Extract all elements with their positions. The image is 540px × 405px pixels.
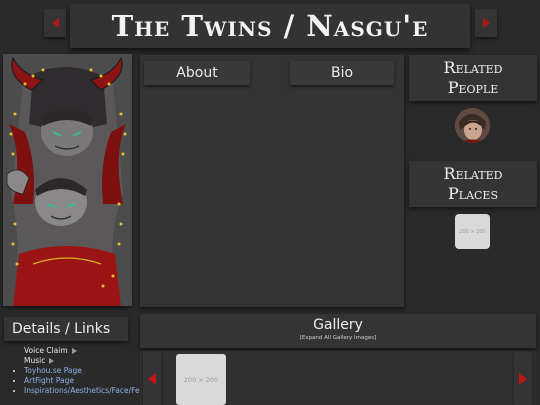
gallery-placeholder: 200 × 200 xyxy=(183,375,219,384)
gallery-header: Gallery [Expand All Gallery Images] xyxy=(140,314,536,348)
avatar-image xyxy=(455,108,490,143)
gallery-prev-button[interactable] xyxy=(143,352,161,405)
character-portrait xyxy=(3,54,132,306)
page-title: The Twins / Nasgu'e xyxy=(111,9,429,43)
triangle-right-icon xyxy=(71,348,77,354)
tab-content-panel: About Bio xyxy=(140,55,404,307)
character-illustration xyxy=(3,54,132,306)
gallery-title: Gallery xyxy=(313,317,363,333)
related-people-heading: Related People xyxy=(409,55,537,101)
voice-claim-label: Voice Claim xyxy=(24,346,68,355)
toyhouse-link[interactable]: Toyhou.se Page xyxy=(24,366,134,376)
prev-page-button[interactable] xyxy=(44,9,66,37)
links-list: Toyhou.se Page ArtFight Page Inspiration… xyxy=(14,366,163,396)
music-toggle[interactable]: Music xyxy=(14,356,134,366)
related-place-thumbnail[interactable]: 200 × 200 xyxy=(455,214,490,249)
tab-about[interactable]: About xyxy=(144,61,250,85)
related-places-heading-line1: Related xyxy=(443,164,503,183)
related-people-heading-line2: People xyxy=(447,78,499,97)
triangle-right-icon xyxy=(519,372,527,385)
triangle-left-icon xyxy=(51,18,59,28)
triangle-right-icon xyxy=(482,18,490,28)
artfight-link[interactable]: ArtFight Page xyxy=(24,376,134,386)
tab-bio[interactable]: Bio xyxy=(290,61,394,85)
expand-gallery-link[interactable]: [Expand All Gallery Images] xyxy=(140,335,536,341)
inspirations-link[interactable]: Inspirations/Aesthetics/Face/Features xyxy=(24,386,163,396)
details-links-heading: Details / Links xyxy=(4,317,128,341)
triangle-right-icon xyxy=(49,358,55,364)
gallery-thumbnail[interactable]: 200 × 200 xyxy=(176,354,226,405)
voice-claim-toggle[interactable]: Voice Claim xyxy=(14,346,134,356)
related-people-heading-line1: Related xyxy=(443,58,503,77)
related-places-heading-line2: Places xyxy=(448,184,498,203)
triangle-left-icon xyxy=(148,372,156,385)
details-list: Voice Claim Music Toyhou.se Page ArtFigh… xyxy=(14,346,163,396)
gallery-next-button[interactable] xyxy=(514,352,532,405)
related-places-heading: Related Places xyxy=(409,161,537,207)
music-label: Music xyxy=(24,356,46,365)
title-bar: The Twins / Nasgu'e xyxy=(70,4,470,48)
related-person-avatar[interactable] xyxy=(455,108,490,143)
related-place-placeholder: 200 × 200 xyxy=(459,228,486,235)
next-page-button[interactable] xyxy=(475,9,497,37)
